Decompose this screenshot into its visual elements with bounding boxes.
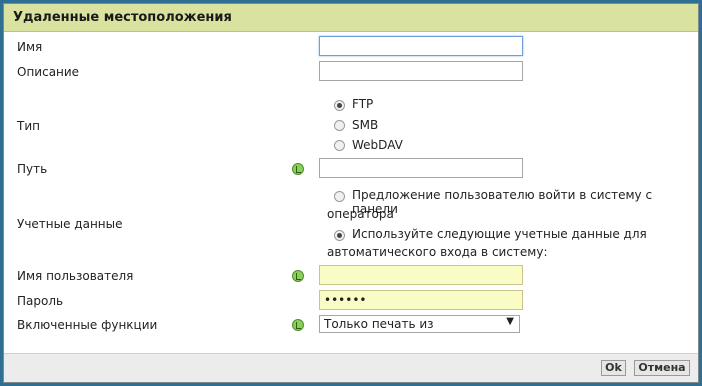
credentials-prompt-radio[interactable] [334, 191, 345, 202]
username-input[interactable] [319, 265, 523, 285]
path-label: Путь [17, 162, 48, 176]
password-input[interactable]: •••••• [319, 290, 523, 310]
credentials-auto-radio[interactable] [334, 230, 345, 241]
type-ftp-label: FTP [352, 97, 374, 111]
name-input[interactable] [319, 36, 523, 56]
type-ftp-radio[interactable] [334, 100, 345, 111]
credentials-prompt-line1: Предложение пользователю войти в систему… [352, 188, 653, 216]
dialog-title: Удаленные местоположения [13, 10, 232, 25]
functions-select-value: Только печать из [324, 317, 434, 331]
credentials-auto-line1: Используйте следующие учетные данные для [352, 227, 647, 241]
description-input[interactable] [319, 61, 523, 81]
name-label: Имя [17, 40, 43, 54]
type-label: Тип [17, 119, 40, 133]
functions-select[interactable]: Только печать из ▼ [319, 315, 520, 333]
cancel-button[interactable]: Отмена [634, 360, 690, 376]
type-webdav-radio[interactable] [334, 140, 345, 151]
dialog-footer: Ok Отмена [4, 353, 698, 382]
username-help-icon[interactable] [292, 270, 304, 282]
credentials-auto-line2: автоматического входа в систему: [327, 245, 548, 259]
credentials-label: Учетные данные [17, 217, 123, 231]
path-input[interactable] [319, 158, 523, 178]
remote-locations-dialog: Удаленные местоположения Имя Описание Ти… [3, 3, 699, 383]
password-label: Пароль [17, 294, 64, 308]
username-label: Имя пользователя [17, 269, 134, 283]
functions-help-icon[interactable] [292, 319, 304, 331]
functions-label: Включенные функции [17, 318, 158, 332]
description-label: Описание [17, 65, 80, 79]
credentials-prompt-line2: оператора [327, 207, 394, 221]
dialog-titlebar: Удаленные местоположения [4, 4, 698, 32]
type-smb-label: SMB [352, 118, 379, 132]
path-help-icon[interactable] [292, 163, 304, 175]
ok-button[interactable]: Ok [601, 360, 626, 376]
type-smb-radio[interactable] [334, 120, 345, 131]
type-webdav-label: WebDAV [352, 138, 403, 152]
chevron-down-icon: ▼ [506, 316, 514, 327]
